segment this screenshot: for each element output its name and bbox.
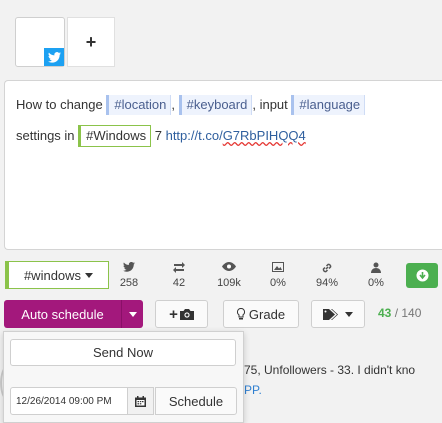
- char-limit: 140: [401, 306, 422, 320]
- auto-schedule-button[interactable]: Auto schedule: [4, 300, 143, 328]
- tags-button[interactable]: [311, 300, 365, 328]
- green-action-button[interactable]: [406, 263, 438, 288]
- hashtag-selector-label: #windows: [23, 267, 82, 283]
- stat-value: 109k: [217, 277, 241, 289]
- character-counter: 43 / 140: [378, 306, 421, 320]
- camera-icon: [179, 308, 194, 320]
- schedule-date-input[interactable]: 12/26/2014 09:00 PM: [10, 387, 128, 415]
- image-icon: [258, 262, 298, 274]
- composer-text: ,: [171, 97, 176, 112]
- stat-value: 0%: [368, 277, 384, 289]
- stat-value: 42: [172, 277, 186, 289]
- twitter-icon: [44, 48, 64, 66]
- stat-images: 0%: [258, 262, 298, 289]
- calendar-icon: [135, 395, 146, 407]
- calendar-button[interactable]: [128, 387, 154, 415]
- stat-value: 94%: [315, 277, 339, 289]
- composer-text: , input: [252, 97, 288, 112]
- plus-label: +: [169, 305, 178, 323]
- feed-link[interactable]: PP.: [244, 383, 262, 397]
- twitter-account-avatar[interactable]: [15, 17, 65, 67]
- stat-tweets: 258: [109, 262, 149, 289]
- eye-icon: [209, 262, 249, 274]
- composer-text: 7: [151, 128, 166, 143]
- composer-line-2: settings in #Windows 7 http://t.co/G7RbP…: [16, 125, 306, 147]
- hashtag-selector[interactable]: #windows: [5, 261, 109, 289]
- hashtag-windows[interactable]: #Windows: [78, 125, 152, 147]
- send-now-button[interactable]: Send Now: [10, 339, 236, 366]
- tags-icon: [323, 308, 338, 320]
- add-photo-button[interactable]: +: [155, 300, 208, 328]
- stat-mentions: 0%: [356, 262, 396, 289]
- link-icon: [307, 262, 347, 274]
- caret-down-icon: [345, 311, 353, 317]
- grade-button[interactable]: Grade: [223, 300, 299, 328]
- tweet-link[interactable]: http://t.co/G7RbPIHQQ4: [166, 128, 306, 143]
- hashtag-keyboard[interactable]: #keyboard: [178, 95, 253, 115]
- grade-label: Grade: [248, 306, 286, 322]
- composer-text: settings in: [16, 128, 79, 143]
- retweet-icon: [159, 262, 199, 274]
- auto-schedule-label: Auto schedule: [21, 306, 104, 322]
- stat-links: 94%: [307, 262, 347, 289]
- caret-down-icon: [85, 272, 94, 278]
- composer-text: How to change: [16, 97, 107, 112]
- twitter-icon: [109, 262, 149, 274]
- hashtag-language[interactable]: #language: [291, 95, 366, 115]
- add-account-button[interactable]: +: [67, 17, 115, 67]
- caret-down-icon[interactable]: [122, 311, 143, 317]
- chars-remaining: 43: [378, 306, 392, 320]
- arrow-circle-icon: [416, 269, 428, 282]
- stat-reach: 109k: [209, 262, 249, 289]
- stat-value: 258: [119, 277, 139, 289]
- user-icon: [356, 262, 396, 274]
- counter-separator: /: [391, 306, 402, 320]
- tweet-composer[interactable]: How to change #location, #keyboard, inpu…: [4, 80, 442, 250]
- feed-text: 75, Unfollowers - 33. I didn't kno: [244, 363, 416, 377]
- hashtag-location[interactable]: #location: [106, 95, 172, 115]
- composer-line-1: How to change #location, #keyboard, inpu…: [16, 95, 366, 115]
- stat-retweets: 42: [159, 262, 199, 289]
- stat-value: 0%: [270, 277, 286, 289]
- schedule-button[interactable]: Schedule: [155, 387, 237, 415]
- lightbulb-icon: [236, 308, 245, 320]
